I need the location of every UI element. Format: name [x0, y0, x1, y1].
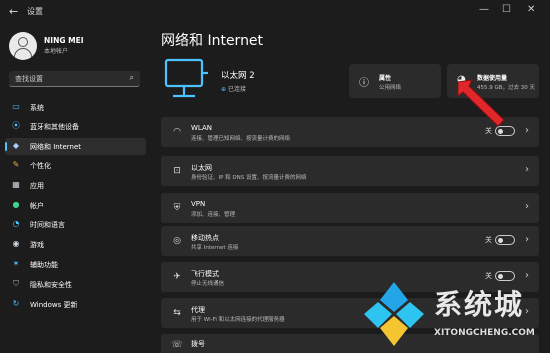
- sidebar-item-label: Windows 更新: [30, 301, 78, 309]
- dialup-icon: ☏: [171, 340, 183, 350]
- watermark-logo: [364, 282, 424, 346]
- mobile-hotspot-row[interactable]: ◎ 移动热点 共享 Internet 连接 关 ›: [161, 226, 539, 256]
- row-title: 代理: [191, 306, 205, 314]
- toggle-state-label: 关: [485, 272, 492, 280]
- window-title: 设置: [27, 7, 43, 16]
- vpn-row[interactable]: ⛨ VPN 添加、连接、管理 ›: [161, 193, 539, 223]
- connection-name: 以太网 2: [221, 71, 255, 81]
- ethernet-icon: ⊡: [173, 166, 181, 176]
- accessibility-icon: ✶: [12, 259, 20, 268]
- back-arrow-icon[interactable]: ←: [9, 5, 18, 18]
- avatar[interactable]: [9, 32, 37, 60]
- brush-icon: ✎: [12, 160, 20, 169]
- row-description: 停止无线通信: [191, 281, 225, 287]
- apps-icon: ▦: [12, 180, 20, 189]
- bluetooth-icon: ⦿: [12, 121, 20, 130]
- shield-icon: ⛉: [13, 279, 19, 288]
- sidebar-item-personalization[interactable]: ✎ 个性化: [5, 157, 146, 174]
- connection-status-text: 已连接: [227, 86, 246, 93]
- chevron-right-icon: ›: [525, 164, 529, 175]
- chevron-right-icon: ›: [525, 125, 529, 136]
- row-title: 拨号: [191, 340, 205, 348]
- sidebar-item-label: 帐户: [30, 202, 44, 210]
- person-icon: [18, 37, 28, 47]
- sidebar-item-accessibility[interactable]: ✶ 辅助功能: [5, 256, 146, 273]
- sidebar-item-label: 个性化: [30, 162, 51, 170]
- minimize-button[interactable]: —: [479, 4, 489, 15]
- row-description: 共享 Internet 连接: [191, 245, 239, 251]
- search-input[interactable]: 查找设置 ⌕: [9, 71, 140, 87]
- sidebar-item-label: 蓝牙和其他设备: [30, 123, 79, 131]
- annotation-arrow-icon: [457, 79, 505, 127]
- user-account-type: 本地帐户: [44, 48, 69, 55]
- network-icon: ◆: [12, 141, 20, 150]
- properties-subtitle: 公用网络: [379, 85, 402, 91]
- wifi-icon: ◠: [173, 127, 181, 137]
- sidebar-item-gaming[interactable]: ◉ 游戏: [5, 236, 146, 253]
- watermark-text: 系统城: [434, 288, 525, 321]
- update-icon: ↻: [12, 299, 20, 308]
- sidebar-item-privacy[interactable]: ⛉ 隐私和安全性: [5, 276, 146, 293]
- chevron-right-icon: ›: [525, 234, 529, 245]
- airplane-icon: ✈: [173, 272, 181, 282]
- sidebar-item-system[interactable]: ▭ 系统: [5, 99, 146, 116]
- close-button[interactable]: ✕: [527, 4, 535, 15]
- selection-indicator: [5, 142, 7, 151]
- connected-icon: ⊕: [221, 86, 228, 93]
- vpn-shield-icon: ⛨: [173, 203, 181, 213]
- chevron-right-icon: ›: [525, 306, 529, 317]
- info-icon: ⓘ: [359, 78, 369, 89]
- monitor-icon: ▭: [12, 102, 20, 111]
- proxy-icon: ⇆: [173, 308, 181, 318]
- search-icon: ⌕: [129, 73, 134, 82]
- properties-card[interactable]: ⓘ 属性 公用网络: [349, 64, 441, 98]
- row-description: 添加、连接、管理: [191, 212, 236, 218]
- sidebar-item-apps[interactable]: ▦ 应用: [5, 177, 146, 194]
- row-title: 飞行模式: [191, 270, 219, 278]
- chevron-right-icon: ›: [525, 201, 529, 212]
- row-description: 连接、管理已知网络、按流量计费的网络: [191, 136, 291, 142]
- toggle-state-label: 关: [485, 236, 492, 244]
- sidebar-item-windows-update[interactable]: ↻ Windows 更新: [5, 296, 146, 313]
- row-title: WLAN: [191, 124, 213, 132]
- properties-title: 属性: [379, 75, 392, 82]
- title-bar: ← 设置 — ☐ ✕: [0, 0, 550, 24]
- sidebar-item-label: 游戏: [30, 241, 44, 249]
- user-name: NING MEI: [44, 36, 84, 45]
- connection-status: ⊕ 已连接: [221, 84, 246, 93]
- search-placeholder: 查找设置: [15, 75, 43, 83]
- sidebar-item-bluetooth[interactable]: ⦿ 蓝牙和其他设备: [5, 118, 146, 135]
- hotspot-icon: ◎: [173, 236, 181, 246]
- sidebar-item-network[interactable]: ◆ 网络和 Internet: [5, 138, 146, 155]
- person-icon: ●: [12, 200, 20, 209]
- row-title: 以太网: [191, 164, 212, 172]
- ethernet-row[interactable]: ⊡ 以太网 身份验证、IP 和 DNS 设置、按流量计费的网络 ›: [161, 156, 539, 186]
- maximize-button[interactable]: ☐: [502, 4, 511, 15]
- sidebar-item-label: 隐私和安全性: [30, 281, 72, 289]
- ethernet-monitor-icon: [164, 58, 208, 98]
- page-title: 网络和 Internet: [161, 33, 264, 49]
- airplane-toggle[interactable]: [495, 271, 515, 281]
- row-title: VPN: [191, 200, 206, 208]
- row-description: 用于 Wi-Fi 和以太网连接的代理服务器: [191, 317, 285, 323]
- globe-clock-icon: ◔: [12, 219, 20, 228]
- sidebar-item-label: 系统: [30, 104, 44, 112]
- hotspot-toggle[interactable]: [495, 235, 515, 245]
- sidebar-item-accounts[interactable]: ● 帐户: [5, 197, 146, 214]
- sidebar-item-time-language[interactable]: ◔ 时间和语言: [5, 216, 146, 233]
- sidebar-item-label: 应用: [30, 182, 44, 190]
- sidebar-item-label: 网络和 Internet: [30, 143, 82, 151]
- row-description: 身份验证、IP 和 DNS 设置、按流量计费的网络: [191, 175, 307, 181]
- row-title: 移动热点: [191, 234, 219, 242]
- watermark-url: XITONGCHENG.COM: [434, 328, 535, 338]
- sidebar-item-label: 时间和语言: [30, 221, 65, 229]
- gamepad-icon: ◉: [12, 239, 20, 248]
- sidebar-item-label: 辅助功能: [30, 261, 58, 269]
- chevron-right-icon: ›: [525, 270, 529, 281]
